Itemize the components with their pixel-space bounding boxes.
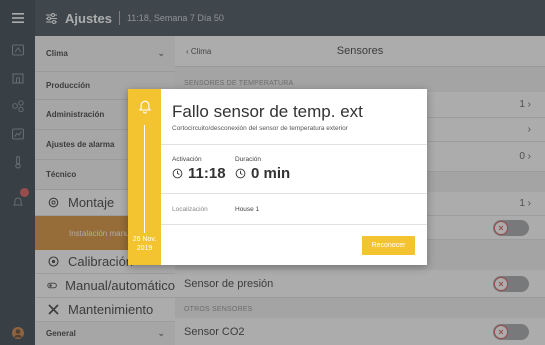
divider — [161, 224, 427, 225]
alarm-date-year: 2019 — [136, 245, 153, 252]
timeline-line — [144, 125, 145, 233]
activation-value: 11:18 — [172, 165, 226, 182]
bell-icon — [138, 100, 152, 114]
alarm-description: Cortocircuito/desconexión del sensor de … — [172, 125, 348, 132]
divider — [161, 193, 427, 194]
acknowledge-button[interactable]: Reconocer — [362, 236, 415, 255]
alarm-stripe: 26 Nov. 2019 — [128, 89, 161, 265]
clock-icon — [235, 168, 246, 179]
duration-time: 0 min — [251, 165, 291, 182]
divider — [161, 144, 427, 145]
location-value: House 1 — [235, 206, 260, 213]
activation-label: Activación — [172, 156, 202, 163]
duration-value: 0 min — [235, 165, 290, 182]
clock-icon — [172, 168, 183, 179]
activation-time: 11:18 — [188, 165, 226, 182]
alarm-title: Fallo sensor de temp. ext — [172, 102, 363, 121]
alarm-date-day: 26 Nov. — [132, 236, 157, 243]
alarm-dialog: 26 Nov. 2019 Fallo sensor de temp. ext C… — [128, 89, 427, 265]
location-label: Localización — [172, 206, 208, 213]
duration-label: Duración — [235, 156, 262, 163]
